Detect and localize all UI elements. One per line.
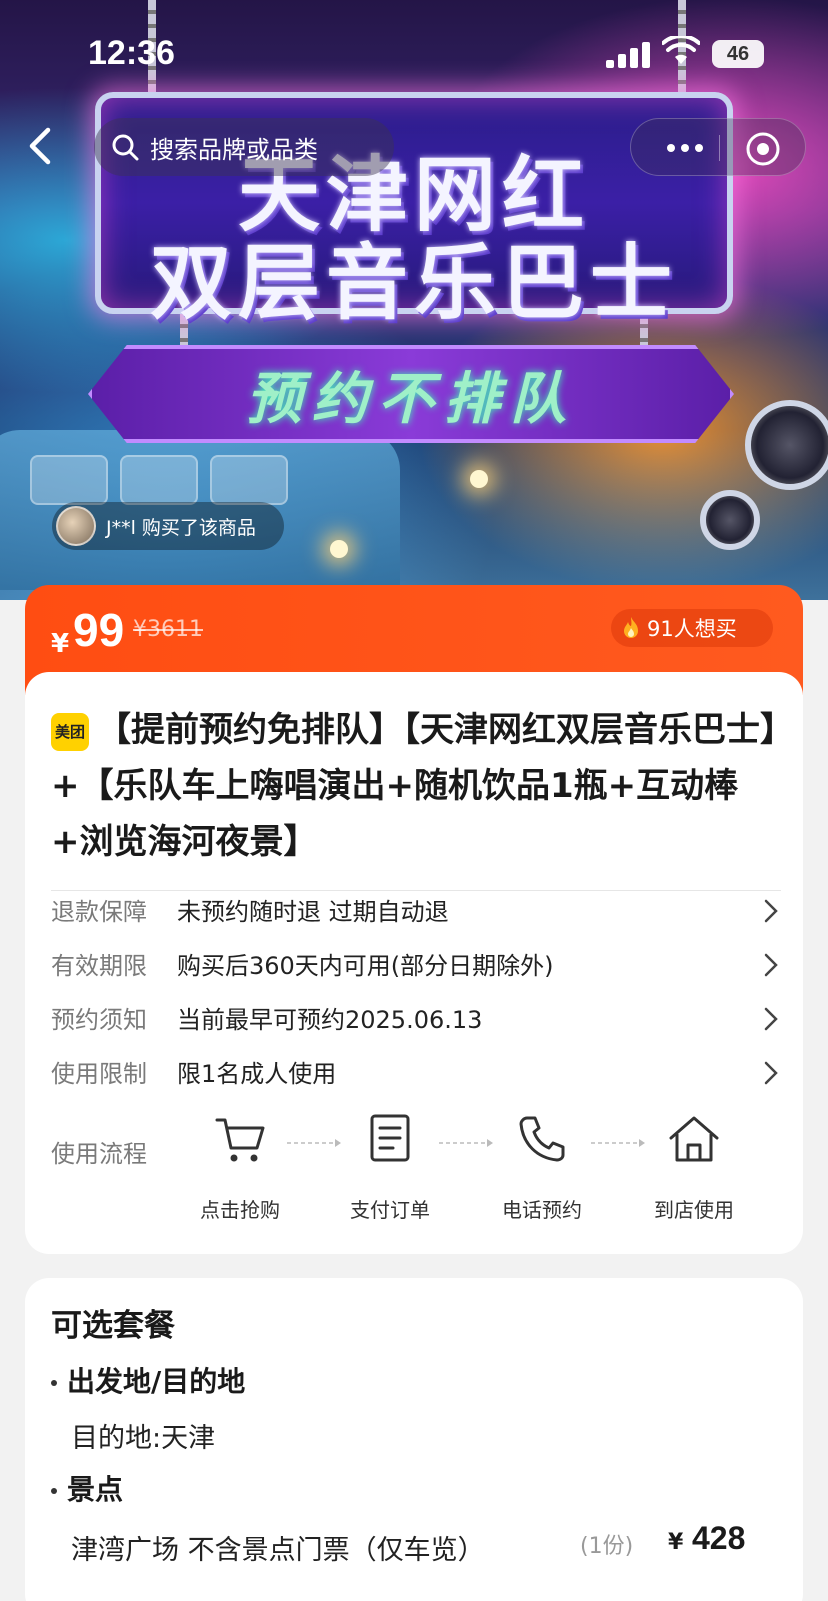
flow-step-visit: 到店使用: [639, 1112, 749, 1223]
headlight: [330, 540, 348, 558]
phone-icon: [519, 1116, 565, 1162]
info-value: 限1名成人使用: [177, 1060, 337, 1088]
search-placeholder: 搜索品牌或品类: [150, 135, 318, 164]
flow-step-label: 电话预约: [502, 1198, 582, 1222]
info-label: 有效期限: [51, 952, 147, 980]
headlight: [470, 470, 488, 488]
fire-icon: [624, 617, 638, 638]
status-bar: 12:36 46: [0, 0, 828, 100]
divider: [51, 890, 781, 891]
info-value: 当前最早可预约2025.06.13: [177, 1006, 483, 1034]
back-arrow-icon[interactable]: [18, 122, 66, 170]
current-price: 99: [73, 604, 125, 656]
flow-step-label: 支付订单: [350, 1198, 430, 1222]
package-options-card: 可选套餐 出发地/目的地 目的地:天津 景点 津湾广场 不含景点门票（仅车览）: [25, 1278, 803, 1601]
hero-title-line2: 双层音乐巴士: [149, 236, 678, 331]
meituan-badge: 美团: [51, 713, 89, 751]
search-bar[interactable]: 搜索品牌或品类: [94, 118, 394, 176]
package-quantity: (1份): [580, 1534, 634, 1559]
flow-step-pay: 支付订单: [335, 1112, 445, 1223]
hero-subtitle: 预约不排队: [246, 366, 576, 432]
price-currency: ¥: [51, 629, 70, 659]
bus-window: [210, 455, 288, 505]
battery-icon: 46: [712, 40, 764, 68]
recent-buyer-pill: J**l 购买了该商品: [52, 502, 284, 550]
wifi-icon: [662, 36, 700, 64]
info-row-booking[interactable]: 预约须知 当前最早可预约2025.06.13: [51, 1000, 781, 1040]
speaker-decor: [700, 490, 760, 550]
info-row-validity[interactable]: 有效期限 购买后360天内可用(部分日期除外): [51, 946, 781, 986]
capsule-divider: [719, 135, 720, 161]
order-icon: [370, 1114, 410, 1162]
original-price: ¥3611: [133, 617, 203, 642]
package-section-label: 出发地/目的地: [67, 1365, 246, 1398]
info-label: 预约须知: [51, 1006, 147, 1034]
more-options-icon[interactable]: [665, 133, 705, 163]
bus-window: [120, 455, 198, 505]
info-row-usage-limit[interactable]: 使用限制 限1名成人使用: [51, 1054, 781, 1094]
info-value: 未预约随时退 过期自动退: [177, 898, 449, 926]
hero-subtitle-banner: 预约不排队: [88, 345, 734, 443]
chevron-right-icon: [764, 899, 778, 923]
status-time: 12:36: [88, 34, 175, 72]
speaker-decor: [745, 400, 828, 490]
flow-step-call: 电话预约: [487, 1112, 597, 1223]
package-price-currency: ¥: [668, 1530, 684, 1555]
package-option-attraction[interactable]: 津湾广场 不含景点门票（仅车览）: [71, 1528, 485, 1567]
product-info-card: 美团 【提前预约免排队】【天津网红双层音乐巴士】+【乐队车上嗨唱演出+随机饮品1瓶…: [25, 672, 803, 1254]
package-section-heading: 出发地/目的地: [51, 1360, 245, 1400]
info-row-refund[interactable]: 退款保障 未预约随时退 过期自动退: [51, 892, 781, 932]
package-option-destination[interactable]: 目的地:天津: [71, 1416, 215, 1455]
want-count-text: 91人想买: [647, 617, 737, 641]
search-icon: [112, 134, 139, 161]
info-value: 购买后360天内可用(部分日期除外): [177, 952, 554, 980]
bullet-dot: [51, 1488, 57, 1494]
capsule-menu: [630, 118, 806, 176]
info-label: 使用限制: [51, 1060, 147, 1088]
package-section-label: 景点: [67, 1473, 124, 1506]
buyer-text: J**l 购买了该商品: [106, 516, 256, 539]
info-label: 退款保障: [51, 898, 147, 926]
flow-step-buy: 点击抢购: [185, 1112, 295, 1223]
want-count-badge: 91人想买: [611, 609, 773, 647]
buyer-avatar: [56, 506, 96, 546]
usage-flow-label: 使用流程: [51, 1140, 147, 1168]
close-miniapp-icon[interactable]: [745, 131, 781, 167]
product-title-text: 【提前预约免排队】【天津网红双层音乐巴士】+【乐队车上嗨唱演出+随机饮品1瓶+互…: [51, 710, 777, 862]
flow-step-label: 到店使用: [654, 1198, 734, 1222]
package-section-heading: 景点: [51, 1468, 123, 1508]
chevron-right-icon: [764, 953, 778, 977]
bus-window: [30, 455, 108, 505]
cellular-signal-icon: [606, 42, 652, 68]
chevron-right-icon: [764, 1061, 778, 1085]
chevron-right-icon: [764, 1007, 778, 1031]
cart-icon: [215, 1118, 265, 1162]
home-icon: [669, 1116, 719, 1162]
flow-step-label: 点击抢购: [200, 1198, 280, 1222]
package-price: 428: [692, 1520, 746, 1556]
package-options-title: 可选套餐: [51, 1308, 175, 1344]
bullet-dot: [51, 1380, 57, 1386]
product-title: 美团 【提前预约免排队】【天津网红双层音乐巴士】+【乐队车上嗨唱演出+随机饮品1瓶…: [51, 702, 781, 870]
